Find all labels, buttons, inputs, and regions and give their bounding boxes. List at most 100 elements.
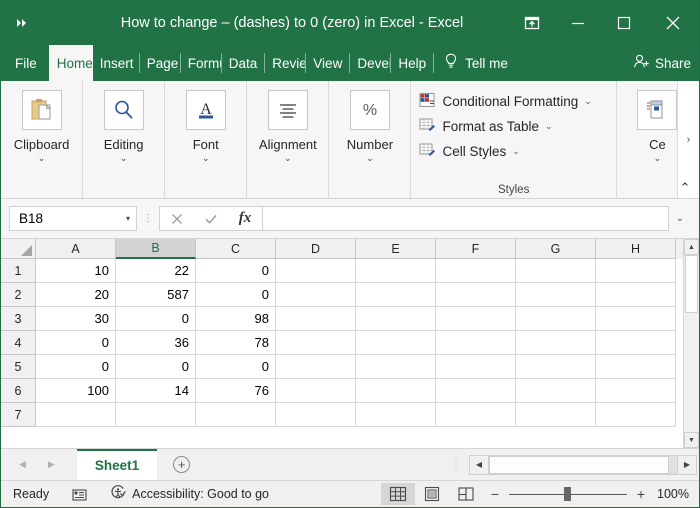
cell-f1[interactable]: [436, 259, 516, 283]
clipboard-icon[interactable]: [22, 90, 62, 130]
close-icon[interactable]: [647, 1, 699, 45]
cell-f7[interactable]: [436, 403, 516, 427]
cell-b7[interactable]: [116, 403, 196, 427]
cell-a1[interactable]: 10: [36, 259, 116, 283]
cell-e6[interactable]: [356, 379, 436, 403]
tab-view[interactable]: View: [306, 45, 349, 81]
record-macro-icon[interactable]: [71, 487, 88, 502]
cell-d6[interactable]: [276, 379, 356, 403]
chevron-down-icon[interactable]: ▾: [126, 214, 130, 223]
cell-g6[interactable]: [516, 379, 596, 403]
cell-g4[interactable]: [516, 331, 596, 355]
cell-h5[interactable]: [596, 355, 676, 379]
chevron-down-icon[interactable]: ⌄: [545, 121, 553, 132]
maximize-icon[interactable]: [601, 1, 647, 45]
cell-f4[interactable]: [436, 331, 516, 355]
magnifier-icon[interactable]: [104, 90, 144, 130]
normal-view-icon[interactable]: [381, 483, 415, 505]
row-header[interactable]: 1: [1, 259, 36, 283]
cell-h4[interactable]: [596, 331, 676, 355]
ribbon-group-number[interactable]: % Number ⌄: [329, 81, 411, 198]
scroll-down-icon[interactable]: ▼: [684, 432, 699, 448]
column-header-f[interactable]: F: [436, 239, 516, 259]
cell-b2[interactable]: 587: [116, 283, 196, 307]
tab-file[interactable]: File: [1, 45, 49, 81]
cell-a6[interactable]: 100: [36, 379, 116, 403]
chevron-down-icon[interactable]: ⌄: [120, 154, 128, 163]
cell-a2[interactable]: 20: [36, 283, 116, 307]
quick-access-chevron-icon[interactable]: [1, 8, 45, 38]
cell-f5[interactable]: [436, 355, 516, 379]
column-header-b[interactable]: B: [116, 239, 196, 259]
vertical-scrollbar[interactable]: ▲ ▼: [683, 239, 699, 448]
insert-function-icon[interactable]: fx: [228, 207, 262, 230]
cell-a5[interactable]: 0: [36, 355, 116, 379]
tab-review[interactable]: Revie: [265, 45, 305, 81]
cell-f6[interactable]: [436, 379, 516, 403]
zoom-in-button[interactable]: +: [635, 486, 647, 502]
tab-home[interactable]: Home: [49, 45, 93, 81]
ribbon-group-font[interactable]: A Font ⌄: [165, 81, 247, 198]
chevron-down-icon[interactable]: ⌄: [584, 96, 592, 107]
add-sheet-button[interactable]: +: [157, 449, 206, 480]
tab-insert[interactable]: Insert: [93, 45, 139, 81]
formula-bar-splitter[interactable]: ⋮: [137, 217, 159, 221]
alignment-lines-icon[interactable]: [268, 90, 308, 130]
cell-c2[interactable]: 0: [196, 283, 276, 307]
format-as-table-button[interactable]: Format as Table ⌄: [419, 114, 552, 139]
zoom-slider-thumb[interactable]: [564, 487, 571, 501]
row-header[interactable]: 6: [1, 379, 36, 403]
cell-c6[interactable]: 76: [196, 379, 276, 403]
cell-e5[interactable]: [356, 355, 436, 379]
cell-e4[interactable]: [356, 331, 436, 355]
cell-d5[interactable]: [276, 355, 356, 379]
cell-a3[interactable]: 30: [36, 307, 116, 331]
cell-d3[interactable]: [276, 307, 356, 331]
cell-e2[interactable]: [356, 283, 436, 307]
page-break-preview-icon[interactable]: [449, 483, 483, 505]
cell-e1[interactable]: [356, 259, 436, 283]
cell-b6[interactable]: 14: [116, 379, 196, 403]
ribbon-group-editing[interactable]: Editing ⌄: [83, 81, 165, 198]
cell-styles-button[interactable]: Cell Styles ⌄: [419, 139, 519, 164]
row-header[interactable]: 7: [1, 403, 36, 427]
cell-h6[interactable]: [596, 379, 676, 403]
cell-b3[interactable]: 0: [116, 307, 196, 331]
cell-h7[interactable]: [596, 403, 676, 427]
cell-d1[interactable]: [276, 259, 356, 283]
page-layout-view-icon[interactable]: [415, 483, 449, 505]
select-all-corner[interactable]: [1, 239, 36, 259]
cell-g3[interactable]: [516, 307, 596, 331]
cell-b5[interactable]: 0: [116, 355, 196, 379]
share-button[interactable]: Share: [633, 45, 691, 81]
cell-c3[interactable]: 98: [196, 307, 276, 331]
cell-d2[interactable]: [276, 283, 356, 307]
cell-c5[interactable]: 0: [196, 355, 276, 379]
cells-insert-icon[interactable]: [637, 90, 677, 130]
cell-a4[interactable]: 0: [36, 331, 116, 355]
chevron-down-icon[interactable]: ⌄: [284, 154, 292, 163]
vertical-scroll-thumb[interactable]: [685, 255, 698, 313]
column-header-h[interactable]: H: [596, 239, 676, 259]
tab-developer[interactable]: Devel: [350, 45, 390, 81]
tab-splitter-handle[interactable]: ⋮: [445, 449, 467, 480]
cell-c1[interactable]: 0: [196, 259, 276, 283]
cell-g7[interactable]: [516, 403, 596, 427]
collapse-ribbon-icon[interactable]: ⌃: [675, 180, 695, 196]
cell-g1[interactable]: [516, 259, 596, 283]
cell-e7[interactable]: [356, 403, 436, 427]
row-header[interactable]: 3: [1, 307, 36, 331]
vertical-scroll-track[interactable]: [684, 255, 699, 432]
sheet-tab-sheet1[interactable]: Sheet1: [77, 449, 157, 480]
cell-g2[interactable]: [516, 283, 596, 307]
cell-h2[interactable]: [596, 283, 676, 307]
ribbon-display-options-icon[interactable]: [509, 1, 555, 45]
row-header[interactable]: 4: [1, 331, 36, 355]
row-header[interactable]: 5: [1, 355, 36, 379]
formula-input[interactable]: [262, 206, 669, 231]
cell-b1[interactable]: 22: [116, 259, 196, 283]
ribbon-group-alignment[interactable]: Alignment ⌄: [247, 81, 329, 198]
tab-formulas[interactable]: Formu: [181, 45, 221, 81]
column-header-a[interactable]: A: [36, 239, 116, 259]
scroll-up-icon[interactable]: ▲: [684, 239, 699, 255]
